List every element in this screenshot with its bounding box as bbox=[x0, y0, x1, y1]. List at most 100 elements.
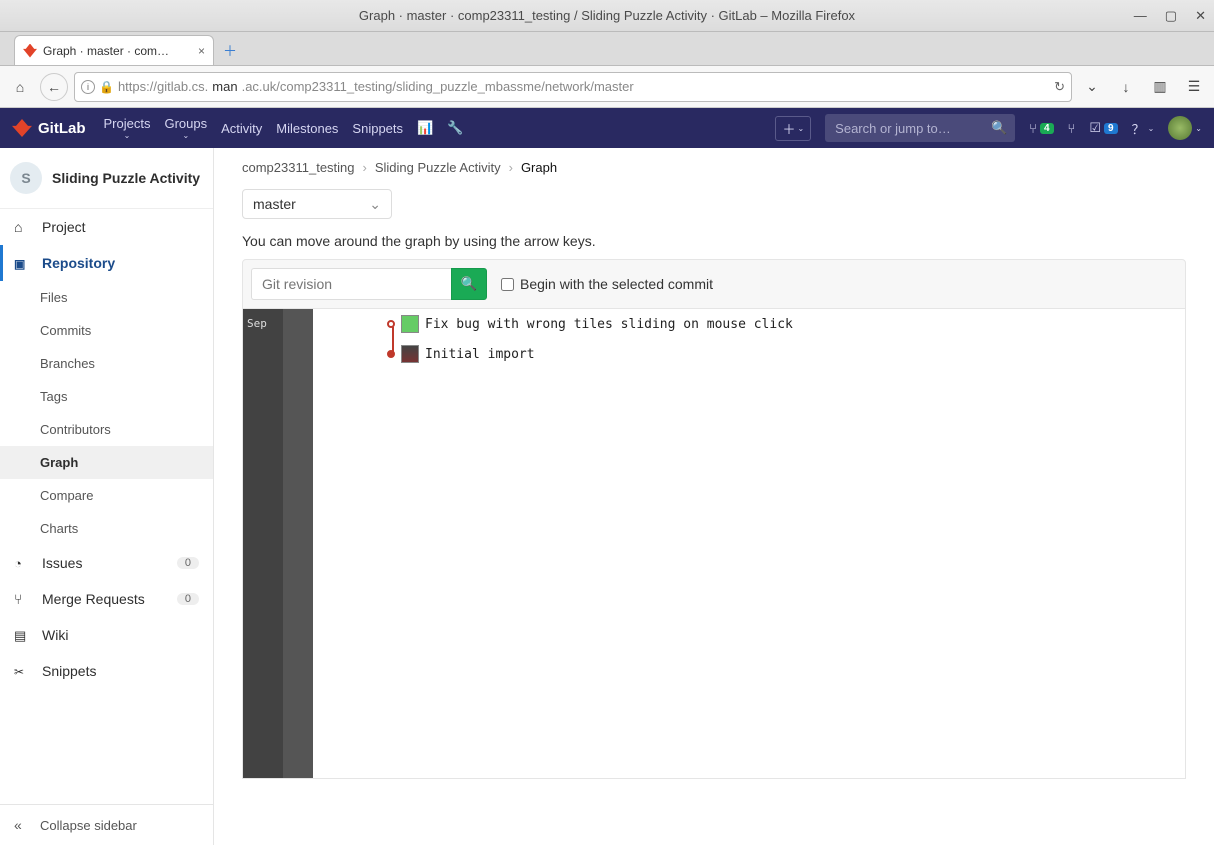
graph-canvas[interactable]: Fix bug with wrong tiles sliding on mous… bbox=[313, 309, 1185, 778]
commit-node[interactable]: Fix bug with wrong tiles sliding on mous… bbox=[387, 315, 793, 333]
merge-icon bbox=[14, 591, 30, 607]
begin-selected-checkbox[interactable] bbox=[501, 278, 514, 291]
window-title: Graph · master · comp23311_testing / Sli… bbox=[359, 8, 855, 23]
repository-icon bbox=[14, 255, 30, 271]
sidebar-item-snippets[interactable]: Snippets bbox=[0, 653, 213, 689]
sidebar-item-merge[interactable]: Merge Requests0 bbox=[0, 581, 213, 617]
git-revision-input[interactable] bbox=[251, 268, 451, 300]
breadcrumb: comp23311_testing › Sliding Puzzle Activ… bbox=[242, 160, 1186, 175]
url-text-prefix: https://gitlab.cs. bbox=[118, 79, 208, 94]
user-menu[interactable]: ⌄ bbox=[1168, 116, 1202, 140]
issues-icon bbox=[14, 555, 30, 571]
sidebar-sub-tags[interactable]: Tags bbox=[40, 380, 213, 413]
sidebar-sub-branches[interactable]: Branches bbox=[40, 347, 213, 380]
branch-select[interactable]: master bbox=[242, 189, 392, 219]
new-dropdown-button[interactable]: ＋ ⌄ bbox=[775, 116, 811, 141]
sidebar-sub-contributors[interactable]: Contributors bbox=[40, 413, 213, 446]
menu-button[interactable]: ☰ bbox=[1180, 73, 1208, 101]
network-graph[interactable]: Sep master mouse-in… Fix bug with wrong … bbox=[242, 309, 1186, 779]
todo-badge: 9 bbox=[1104, 123, 1118, 134]
tanuki-icon bbox=[12, 119, 32, 137]
graph-branch-gutter: master mouse-in… bbox=[283, 309, 313, 778]
sidebar-sub-compare[interactable]: Compare bbox=[40, 479, 213, 512]
sidebar-sub-commits[interactable]: Commits bbox=[40, 314, 213, 347]
new-tab-button[interactable]: ＋ bbox=[216, 37, 244, 65]
breadcrumb-group[interactable]: comp23311_testing bbox=[242, 160, 355, 175]
todos-link[interactable]: ☑9 bbox=[1089, 120, 1117, 136]
browser-tab[interactable]: Graph · master · com… × bbox=[14, 35, 214, 65]
mr-badge: 4 bbox=[1040, 123, 1054, 134]
project-name: Sliding Puzzle Activity bbox=[52, 170, 200, 186]
global-search[interactable]: 🔍 bbox=[825, 114, 1015, 142]
commit-avatar bbox=[401, 345, 419, 363]
sidebar-sub-graph[interactable]: Graph bbox=[0, 446, 213, 479]
back-button[interactable]: ← bbox=[40, 73, 68, 101]
branch-selected-label: master bbox=[253, 196, 296, 212]
sidebar-item-repository[interactable]: Repository bbox=[0, 245, 213, 281]
breadcrumb-page: Graph bbox=[521, 160, 557, 175]
window-maximize-button[interactable]: ▢ bbox=[1165, 9, 1177, 22]
search-input[interactable] bbox=[825, 114, 1015, 142]
main-content: comp23311_testing › Sliding Puzzle Activ… bbox=[214, 148, 1214, 845]
breadcrumb-project[interactable]: Sliding Puzzle Activity bbox=[375, 160, 501, 175]
collapse-icon bbox=[14, 817, 30, 833]
nav-groups[interactable]: Groups⌄ bbox=[164, 116, 207, 140]
begin-selected-check[interactable]: Begin with the selected commit bbox=[501, 276, 713, 292]
nav-snippets[interactable]: Snippets bbox=[352, 121, 403, 136]
browser-tab-title: Graph · master · com… bbox=[43, 44, 169, 58]
gitlab-topnav: GitLab Projects⌄ Groups⌄ Activity Milest… bbox=[0, 108, 1214, 148]
revision-search-button[interactable]: 🔍 bbox=[451, 268, 487, 300]
user-avatar-icon bbox=[1168, 116, 1192, 140]
pocket-button[interactable]: ⌄ bbox=[1078, 73, 1106, 101]
help-dropdown[interactable]: ？⌄ bbox=[1132, 119, 1155, 138]
downloads-button[interactable]: ↓ bbox=[1112, 73, 1140, 101]
commit-dot-icon bbox=[387, 350, 395, 358]
nav-milestones[interactable]: Milestones bbox=[276, 121, 338, 136]
issues-link[interactable]: ⑂ bbox=[1068, 121, 1076, 136]
reload-button[interactable]: ↻ bbox=[1054, 79, 1065, 95]
chevron-right-icon: › bbox=[509, 160, 513, 175]
graph-hint: You can move around the graph by using t… bbox=[242, 233, 1186, 249]
home-icon bbox=[14, 219, 30, 235]
tab-close-button[interactable]: × bbox=[198, 44, 205, 58]
sidebar-project-header[interactable]: S Sliding Puzzle Activity bbox=[0, 148, 213, 209]
window-minimize-button[interactable]: — bbox=[1134, 9, 1147, 22]
library-button[interactable]: ▥ bbox=[1146, 73, 1174, 101]
collapse-sidebar-button[interactable]: Collapse sidebar bbox=[0, 804, 213, 845]
site-info-icon[interactable]: i bbox=[81, 80, 95, 94]
commit-avatar bbox=[401, 315, 419, 333]
sidebar-item-issues[interactable]: Issues0 bbox=[0, 545, 213, 581]
commit-dot-icon bbox=[387, 320, 395, 328]
sidebar-sub-charts[interactable]: Charts bbox=[40, 512, 213, 545]
nav-chart-icon[interactable]: 📊 bbox=[417, 120, 433, 136]
nav-wrench-icon[interactable]: 🔧 bbox=[447, 120, 463, 136]
commit-node[interactable]: Initial import bbox=[387, 345, 535, 363]
search-icon: 🔍 bbox=[461, 276, 478, 292]
wiki-icon bbox=[14, 627, 30, 643]
nav-projects[interactable]: Projects⌄ bbox=[104, 116, 151, 140]
graph-date-gutter: Sep bbox=[243, 309, 283, 778]
url-bar[interactable]: i 🔒 https://gitlab.cs.man.ac.uk/comp2331… bbox=[74, 72, 1072, 102]
sidebar-sub-files[interactable]: Files bbox=[40, 281, 213, 314]
gitlab-logo[interactable]: GitLab bbox=[12, 119, 86, 137]
revision-bar: 🔍 Begin with the selected commit bbox=[242, 259, 1186, 309]
snippets-icon bbox=[14, 663, 30, 679]
chevron-right-icon: › bbox=[363, 160, 367, 175]
begin-selected-label: Begin with the selected commit bbox=[520, 276, 713, 292]
commit-message: Fix bug with wrong tiles sliding on mous… bbox=[425, 317, 793, 332]
nav-activity[interactable]: Activity bbox=[221, 121, 262, 136]
merge-count: 0 bbox=[177, 593, 199, 605]
browser-tabstrip: Graph · master · com… × ＋ bbox=[0, 32, 1214, 66]
graph-month-label: Sep bbox=[247, 317, 267, 330]
sidebar-item-wiki[interactable]: Wiki bbox=[0, 617, 213, 653]
commit-message: Initial import bbox=[425, 347, 535, 362]
merge-requests-link[interactable]: ⑂4 bbox=[1029, 121, 1053, 136]
search-icon: 🔍 bbox=[991, 120, 1007, 136]
sidebar-item-project[interactable]: Project bbox=[0, 209, 213, 245]
home-button[interactable]: ⌂ bbox=[6, 73, 34, 101]
project-sidebar: S Sliding Puzzle Activity Project Reposi… bbox=[0, 148, 214, 845]
project-avatar: S bbox=[10, 162, 42, 194]
window-titlebar: Graph · master · comp23311_testing / Sli… bbox=[0, 0, 1214, 32]
url-text-host: man bbox=[212, 79, 237, 94]
window-close-button[interactable]: ✕ bbox=[1195, 9, 1206, 22]
